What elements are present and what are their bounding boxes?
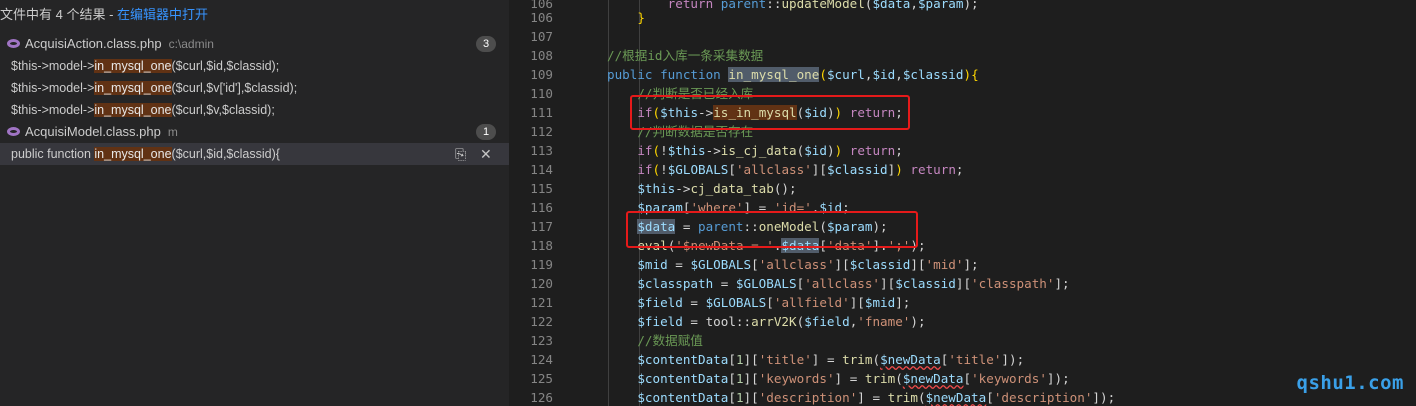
watermark-text: qshu1.com <box>1296 372 1404 394</box>
match-highlight: in_mysql_one <box>94 147 172 161</box>
highlight-box <box>630 95 910 130</box>
code-line: 123 //数据赋值 <box>530 333 703 348</box>
file-path: m <box>167 125 178 139</box>
php-file-icon <box>7 127 20 136</box>
code-editor[interactable]: 106 return parent::updateModel($data,$pa… <box>509 0 1416 406</box>
replace-icon[interactable]: ⎘ <box>455 143 466 165</box>
file-name: AcquisiModel.class.php <box>25 124 161 139</box>
match-prefix: $this->model-> <box>11 81 95 95</box>
match-count-badge: 3 <box>476 36 496 52</box>
match-prefix: $this->model-> <box>11 59 95 73</box>
php-file-icon <box>7 39 20 48</box>
code-line: 119 $mid = $GLOBALS['allclass'][$classid… <box>530 257 979 272</box>
search-match-item[interactable]: $this->model->in_mysql_one($curl,$v,$cla… <box>0 99 509 121</box>
code-line: 124 $contentData[1]['title'] = trim($new… <box>530 352 1025 367</box>
code-line: 108//根据id入库一条采集数据 <box>530 48 764 63</box>
close-icon[interactable]: ✕ <box>480 143 492 165</box>
match-prefix: $this->model-> <box>11 103 95 117</box>
search-file-row[interactable]: AcquisiModel.class.php m 1 <box>0 121 509 143</box>
file-path: c:\admin <box>168 37 214 51</box>
search-file-row[interactable]: AcquisiAction.class.php c:\admin 3 <box>0 33 509 55</box>
file-name: AcquisiAction.class.php <box>25 36 162 51</box>
match-suffix: ($curl,$v['id'],$classid); <box>171 81 298 95</box>
search-result-count: 文件中有 4 个结果 - <box>0 7 118 22</box>
match-highlight: in_mysql_one <box>94 81 172 95</box>
code-line: 121 $field = $GLOBALS['allfield'][$mid]; <box>530 295 911 310</box>
code-line: 114 if(!$GLOBALS['allclass'][$classid]) … <box>530 162 964 177</box>
match-suffix: ($curl,$id,$classid){ <box>171 147 280 161</box>
match-count-badge: 1 <box>476 124 496 140</box>
search-match-item[interactable]: $this->model->in_mysql_one($curl,$id,$cl… <box>0 55 509 77</box>
code-line: 106 } <box>530 10 645 25</box>
match-suffix: ($curl,$v,$classid); <box>171 103 275 117</box>
code-line: 125 $contentData[1]['keywords'] = trim($… <box>530 371 1070 386</box>
code-line: 126 $contentData[1]['description'] = tri… <box>530 390 1116 405</box>
match-suffix: ($curl,$id,$classid); <box>171 59 280 73</box>
search-match-item-selected[interactable]: public function in_mysql_one($curl,$id,$… <box>0 143 509 165</box>
code-line: 120 $classpath = $GLOBALS['allclass'][$c… <box>530 276 1070 291</box>
open-in-editor-link[interactable]: 在编辑器中打开 <box>117 7 208 22</box>
code-line: 107 <box>530 29 553 44</box>
code-line: 122 $field = tool::arrV2K($field,'fname'… <box>530 314 926 329</box>
code-line: 113 if(!$this->is_cj_data($id)) return; <box>530 143 903 158</box>
code-line: 109 public function in_mysql_one($curl,$i… <box>530 67 979 82</box>
code-line: 115 $this->cj_data_tab(); <box>530 181 797 196</box>
highlight-box <box>626 211 918 248</box>
match-highlight: in_mysql_one <box>94 103 172 117</box>
search-match-item[interactable]: $this->model->in_mysql_one($curl,$v['id'… <box>0 77 509 99</box>
match-highlight: in_mysql_one <box>94 59 172 73</box>
match-prefix: public function <box>11 147 95 161</box>
search-summary: 文件中有 4 个结果 - 在编辑器中打开 <box>0 5 208 25</box>
search-results-panel: 文件中有 4 个结果 - 在编辑器中打开 AcquisiAction.class… <box>0 0 509 406</box>
